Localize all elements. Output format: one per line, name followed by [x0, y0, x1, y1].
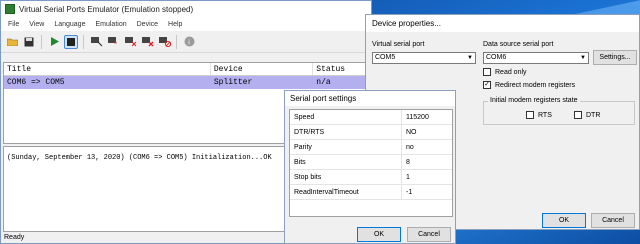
modem-registers-label: Initial modem registers state — [488, 97, 580, 104]
setting-key: DTR/RTS — [290, 125, 402, 139]
device-disable-icon[interactable] — [157, 35, 171, 49]
column-title[interactable]: Title — [4, 63, 211, 75]
column-status[interactable]: Status — [313, 63, 370, 75]
rts-label: RTS — [538, 111, 552, 119]
setting-key: Stop bits — [290, 170, 402, 184]
setting-value[interactable]: 8 — [402, 155, 410, 169]
setting-row-speed[interactable]: Speed 115200 — [290, 110, 452, 125]
serial-ok-button[interactable]: OK — [357, 227, 401, 242]
setting-value[interactable]: 1 — [402, 170, 410, 184]
svg-text:*: * — [114, 40, 117, 47]
setting-value[interactable]: no — [402, 140, 414, 154]
dtr-label: DTR — [586, 111, 601, 119]
menu-emulation[interactable]: Emulation — [90, 21, 131, 28]
chevron-down-icon: ▼ — [467, 55, 473, 61]
save-icon[interactable] — [22, 35, 36, 49]
virtual-port-label: Virtual serial port — [372, 41, 425, 48]
read-only-label: Read only — [495, 68, 527, 76]
settings-button[interactable]: Settings... — [593, 50, 637, 65]
menu-view[interactable]: View — [24, 21, 49, 28]
menu-device[interactable]: Device — [132, 21, 163, 28]
read-only-option[interactable]: Read only — [483, 68, 527, 76]
setting-key: ReadIntervalTimeout — [290, 185, 402, 199]
row-status: n/a — [316, 78, 331, 87]
setting-key: Speed — [290, 110, 402, 124]
setting-value[interactable]: 115200 — [402, 110, 429, 124]
device-add-icon[interactable] — [89, 35, 103, 49]
list-row[interactable]: COM6 => COM5 Splitter n/a — [4, 76, 370, 89]
chevron-down-icon: ▼ — [580, 55, 586, 61]
redirect-checkbox[interactable]: ✓ — [483, 81, 491, 89]
serial-cancel-button[interactable]: Cancel — [407, 227, 451, 242]
toolbar-separator — [176, 34, 177, 49]
source-port-value: COM6 — [486, 54, 507, 61]
serial-settings-table: Speed 115200 DTR/RTS NO Parity no Bits 8… — [289, 109, 453, 217]
toolbar-separator — [83, 34, 84, 49]
source-port-select[interactable]: COM6 ▼ — [483, 52, 589, 64]
menu-bar: File View Language Emulation Device Help — [1, 17, 371, 31]
modem-registers-group: Initial modem registers state RTS DTR — [483, 97, 635, 125]
virtual-port-select[interactable]: COM5 ▼ — [372, 52, 476, 64]
main-titlebar[interactable]: Virtual Serial Ports Emulator (Emulation… — [1, 1, 371, 17]
column-device[interactable]: Device — [211, 63, 314, 75]
device-delete-icon[interactable] — [140, 35, 154, 49]
virtual-port-value: COM5 — [375, 54, 396, 61]
menu-language[interactable]: Language — [49, 21, 90, 28]
cancel-button[interactable]: Cancel — [591, 213, 635, 228]
setting-key: Bits — [290, 155, 402, 169]
info-icon[interactable]: i — [182, 35, 196, 49]
play-icon[interactable] — [47, 35, 61, 49]
serial-settings-title[interactable]: Serial port settings — [285, 91, 455, 106]
redirect-option[interactable]: ✓ Redirect modem registers — [483, 81, 575, 89]
rts-option[interactable]: RTS — [526, 111, 552, 119]
source-port-label: Data source serial port — [483, 41, 554, 48]
menu-help[interactable]: Help — [163, 21, 187, 28]
redirect-label: Redirect modem registers — [495, 81, 576, 89]
dtr-option[interactable]: DTR — [574, 111, 600, 119]
menu-file[interactable]: File — [3, 21, 24, 28]
serial-settings-window: Serial port settings Speed 115200 DTR/RT… — [284, 90, 456, 244]
open-icon[interactable] — [5, 35, 19, 49]
rts-checkbox[interactable] — [526, 111, 534, 119]
setting-row-read-interval[interactable]: ReadIntervalTimeout -1 — [290, 185, 452, 200]
list-header: Title Device Status — [4, 63, 370, 76]
row-title: COM6 => COM5 — [7, 78, 65, 87]
device-star-icon[interactable]: * — [106, 35, 120, 49]
row-device: Splitter — [213, 78, 253, 87]
stop-icon[interactable] — [64, 34, 78, 49]
device-properties-title[interactable]: Device properties... — [366, 15, 639, 32]
setting-key: Parity — [290, 140, 402, 154]
device-remove-icon[interactable] — [123, 35, 137, 49]
setting-value[interactable]: -1 — [402, 185, 412, 199]
setting-row-bits[interactable]: Bits 8 — [290, 155, 452, 170]
setting-row-dtr-rts[interactable]: DTR/RTS NO — [290, 125, 452, 140]
toolbar: * i — [1, 31, 371, 53]
read-only-checkbox[interactable] — [483, 68, 491, 76]
toolbar-separator — [41, 34, 42, 49]
ok-button[interactable]: OK — [542, 213, 586, 228]
setting-value[interactable]: NO — [402, 125, 417, 139]
setting-row-stop-bits[interactable]: Stop bits 1 — [290, 170, 452, 185]
setting-row-parity[interactable]: Parity no — [290, 140, 452, 155]
dtr-checkbox[interactable] — [574, 111, 582, 119]
window-title: Virtual Serial Ports Emulator (Emulation… — [19, 4, 194, 14]
app-icon — [5, 4, 15, 14]
